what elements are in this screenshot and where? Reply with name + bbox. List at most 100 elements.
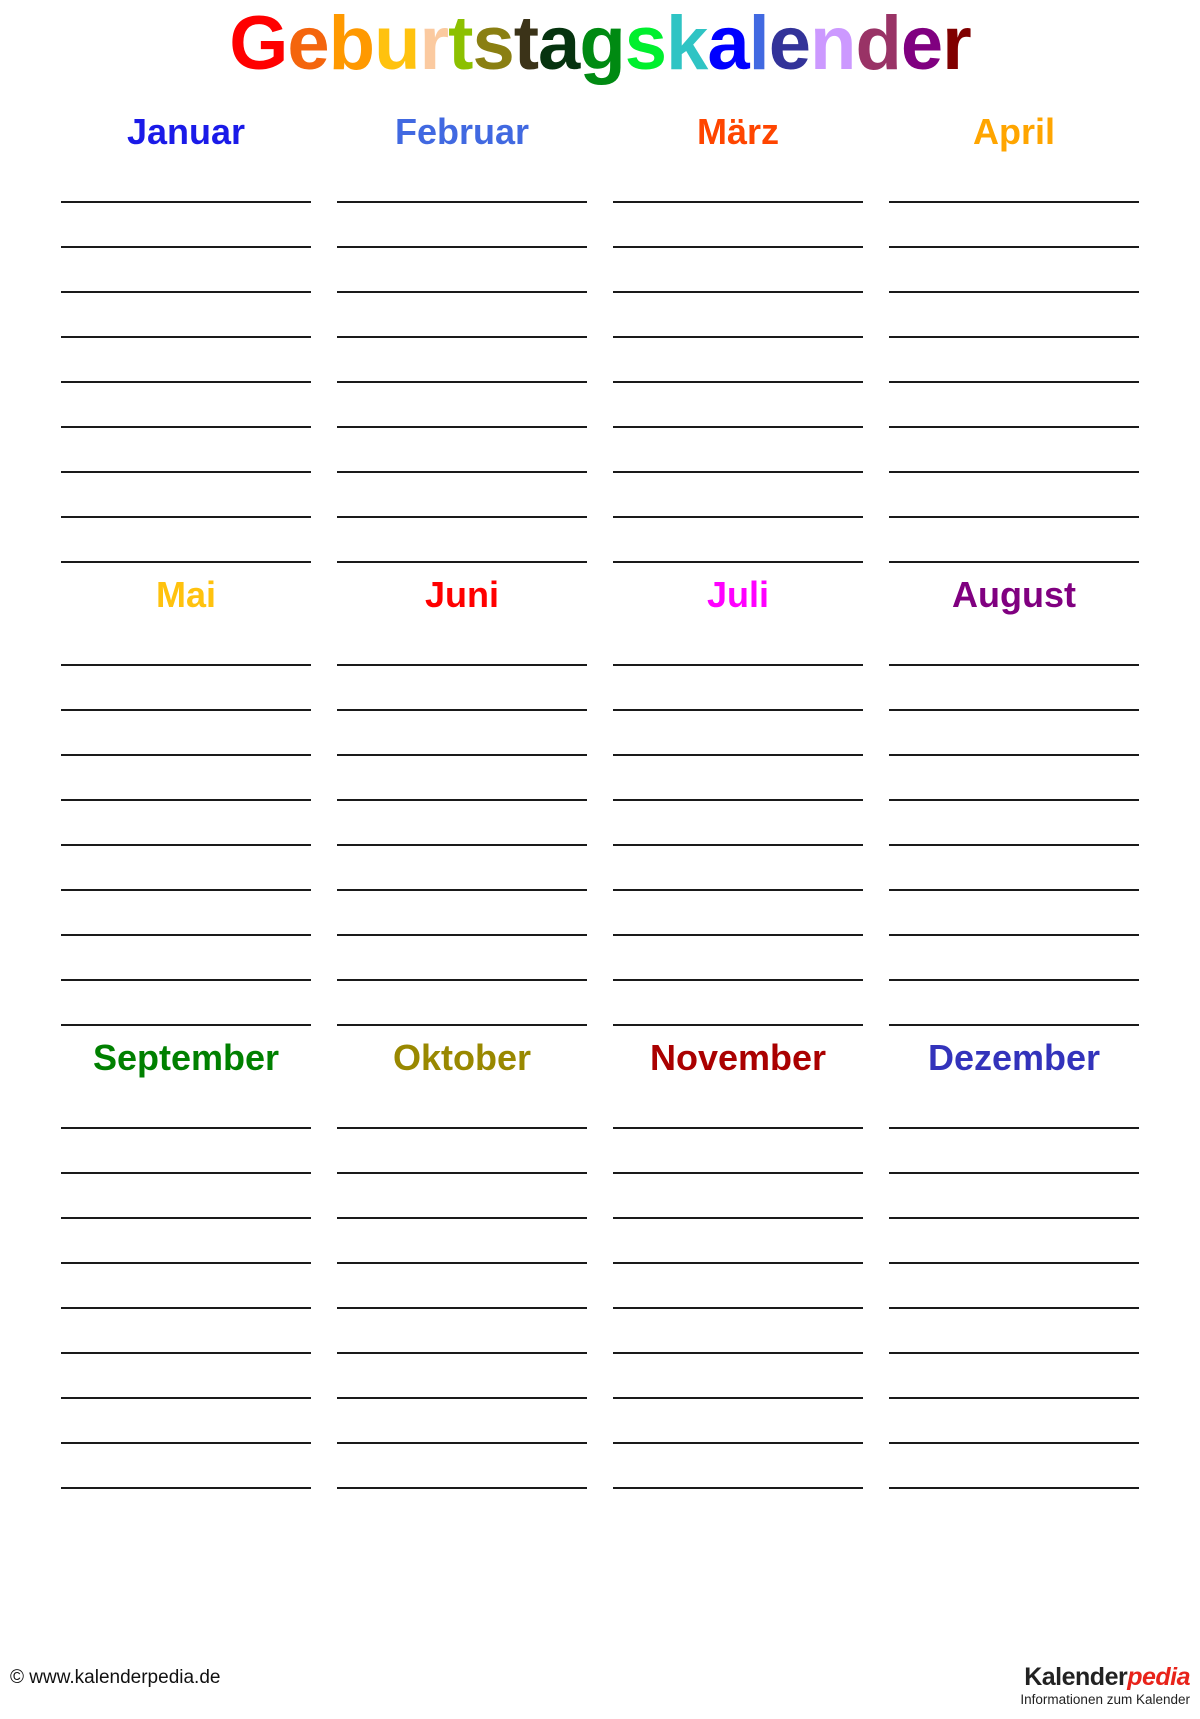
entry-line[interactable] bbox=[337, 293, 587, 338]
entry-line[interactable] bbox=[61, 338, 311, 383]
entry-line[interactable] bbox=[889, 1174, 1139, 1219]
entry-line[interactable] bbox=[889, 756, 1139, 801]
entry-line[interactable] bbox=[613, 1399, 863, 1444]
entry-line[interactable] bbox=[613, 801, 863, 846]
entry-line[interactable] bbox=[613, 936, 863, 981]
entry-line[interactable] bbox=[337, 473, 587, 518]
entry-line[interactable] bbox=[337, 891, 587, 936]
entry-line[interactable] bbox=[337, 936, 587, 981]
entry-line[interactable] bbox=[61, 756, 311, 801]
entry-line[interactable] bbox=[337, 756, 587, 801]
entry-line[interactable] bbox=[337, 383, 587, 428]
entry-line[interactable] bbox=[889, 518, 1139, 563]
entry-line[interactable] bbox=[337, 711, 587, 756]
entry-line[interactable] bbox=[61, 383, 311, 428]
entry-line[interactable] bbox=[61, 621, 311, 666]
entry-line[interactable] bbox=[613, 891, 863, 936]
entry-line[interactable] bbox=[61, 473, 311, 518]
entry-line[interactable] bbox=[613, 338, 863, 383]
entry-line[interactable] bbox=[889, 1264, 1139, 1309]
entry-line[interactable] bbox=[337, 1174, 587, 1219]
entry-line[interactable] bbox=[889, 1084, 1139, 1129]
entry-line[interactable] bbox=[889, 428, 1139, 473]
entry-line[interactable] bbox=[613, 1309, 863, 1354]
entry-line[interactable] bbox=[337, 1444, 587, 1489]
entry-line[interactable] bbox=[61, 1219, 311, 1264]
entry-line[interactable] bbox=[61, 1174, 311, 1219]
entry-line[interactable] bbox=[337, 801, 587, 846]
entry-line[interactable] bbox=[337, 1264, 587, 1309]
entry-line[interactable] bbox=[61, 711, 311, 756]
entry-line[interactable] bbox=[337, 518, 587, 563]
entry-line[interactable] bbox=[889, 936, 1139, 981]
entry-line[interactable] bbox=[889, 338, 1139, 383]
entry-line[interactable] bbox=[889, 1309, 1139, 1354]
entry-line[interactable] bbox=[889, 1354, 1139, 1399]
entry-line[interactable] bbox=[61, 158, 311, 203]
entry-line[interactable] bbox=[613, 981, 863, 1026]
entry-line[interactable] bbox=[61, 1354, 311, 1399]
entry-line[interactable] bbox=[61, 936, 311, 981]
entry-line[interactable] bbox=[889, 891, 1139, 936]
entry-line[interactable] bbox=[61, 1084, 311, 1129]
entry-line[interactable] bbox=[337, 1354, 587, 1399]
entry-line[interactable] bbox=[613, 383, 863, 428]
entry-line[interactable] bbox=[61, 518, 311, 563]
entry-line[interactable] bbox=[613, 1354, 863, 1399]
entry-line[interactable] bbox=[613, 711, 863, 756]
entry-line[interactable] bbox=[613, 1084, 863, 1129]
entry-line[interactable] bbox=[61, 248, 311, 293]
entry-line[interactable] bbox=[337, 981, 587, 1026]
entry-line[interactable] bbox=[889, 846, 1139, 891]
entry-line[interactable] bbox=[61, 801, 311, 846]
entry-line[interactable] bbox=[889, 383, 1139, 428]
entry-line[interactable] bbox=[613, 1129, 863, 1174]
entry-line[interactable] bbox=[889, 1444, 1139, 1489]
entry-line[interactable] bbox=[613, 428, 863, 473]
entry-line[interactable] bbox=[61, 203, 311, 248]
entry-line[interactable] bbox=[61, 846, 311, 891]
entry-line[interactable] bbox=[337, 666, 587, 711]
entry-line[interactable] bbox=[613, 293, 863, 338]
entry-line[interactable] bbox=[613, 756, 863, 801]
entry-line[interactable] bbox=[613, 1219, 863, 1264]
entry-line[interactable] bbox=[889, 158, 1139, 203]
entry-line[interactable] bbox=[889, 666, 1139, 711]
entry-line[interactable] bbox=[613, 1264, 863, 1309]
entry-line[interactable] bbox=[61, 1444, 311, 1489]
entry-line[interactable] bbox=[889, 248, 1139, 293]
entry-line[interactable] bbox=[61, 293, 311, 338]
entry-line[interactable] bbox=[613, 1444, 863, 1489]
entry-line[interactable] bbox=[61, 981, 311, 1026]
entry-line[interactable] bbox=[337, 846, 587, 891]
entry-line[interactable] bbox=[889, 1399, 1139, 1444]
entry-line[interactable] bbox=[613, 518, 863, 563]
entry-line[interactable] bbox=[613, 203, 863, 248]
entry-line[interactable] bbox=[61, 891, 311, 936]
entry-line[interactable] bbox=[337, 1309, 587, 1354]
entry-line[interactable] bbox=[337, 338, 587, 383]
entry-line[interactable] bbox=[889, 203, 1139, 248]
entry-line[interactable] bbox=[889, 621, 1139, 666]
entry-line[interactable] bbox=[889, 1129, 1139, 1174]
entry-line[interactable] bbox=[613, 621, 863, 666]
entry-line[interactable] bbox=[337, 158, 587, 203]
entry-line[interactable] bbox=[337, 203, 587, 248]
entry-line[interactable] bbox=[613, 158, 863, 203]
entry-line[interactable] bbox=[613, 248, 863, 293]
entry-line[interactable] bbox=[61, 428, 311, 473]
entry-line[interactable] bbox=[337, 1219, 587, 1264]
entry-line[interactable] bbox=[61, 1309, 311, 1354]
entry-line[interactable] bbox=[889, 801, 1139, 846]
entry-line[interactable] bbox=[613, 666, 863, 711]
entry-line[interactable] bbox=[889, 1219, 1139, 1264]
entry-line[interactable] bbox=[889, 711, 1139, 756]
entry-line[interactable] bbox=[337, 1399, 587, 1444]
entry-line[interactable] bbox=[61, 1129, 311, 1174]
entry-line[interactable] bbox=[61, 1264, 311, 1309]
entry-line[interactable] bbox=[337, 1129, 587, 1174]
entry-line[interactable] bbox=[889, 473, 1139, 518]
entry-line[interactable] bbox=[337, 248, 587, 293]
entry-line[interactable] bbox=[889, 981, 1139, 1026]
entry-line[interactable] bbox=[61, 666, 311, 711]
